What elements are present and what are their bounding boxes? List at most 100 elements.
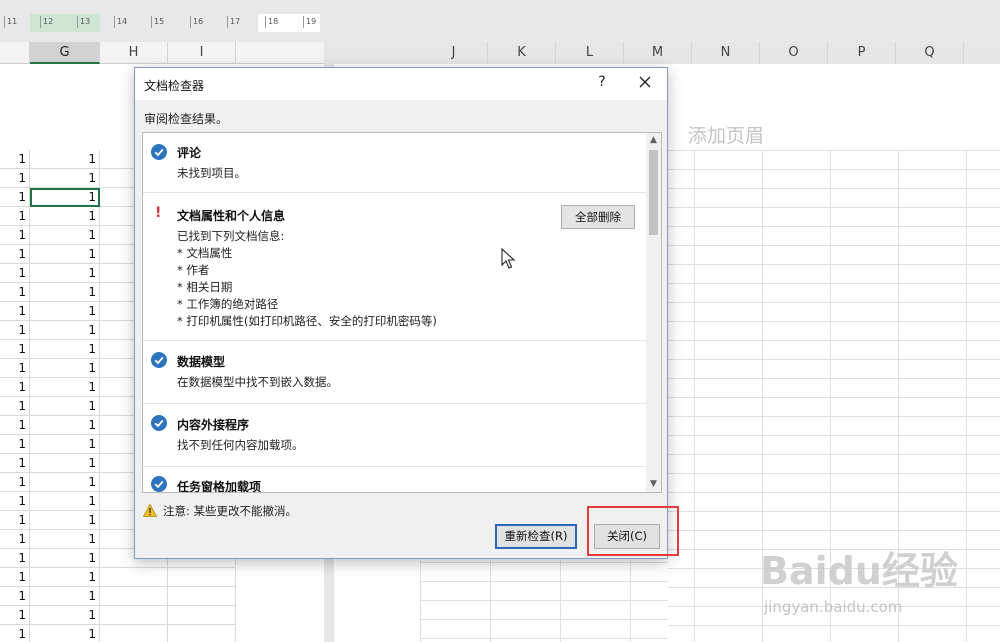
- table-cell[interactable]: 1: [0, 302, 30, 321]
- table-cell[interactable]: 1: [0, 530, 30, 549]
- table-cell[interactable]: 1: [30, 606, 100, 625]
- gridline: [560, 560, 561, 642]
- add-header-placeholder[interactable]: 添加页眉: [688, 121, 764, 148]
- table-cell[interactable]: 1: [0, 359, 30, 378]
- table-cell[interactable]: 1: [0, 511, 30, 530]
- table-cell[interactable]: 1: [30, 549, 100, 568]
- table-cell[interactable]: 1: [0, 264, 30, 283]
- table-cell[interactable]: 1: [0, 625, 30, 642]
- table-cell[interactable]: [100, 606, 168, 625]
- column-header-m[interactable]: M: [624, 42, 692, 64]
- scroll-down-icon[interactable]: ▼: [646, 477, 661, 492]
- table-cell[interactable]: 1: [30, 435, 100, 454]
- section-description: 在数据模型中找不到嵌入数据。: [177, 375, 338, 389]
- table-cell[interactable]: 1: [30, 207, 100, 226]
- column-header-j[interactable]: J: [420, 42, 488, 64]
- table-cell[interactable]: 1: [30, 397, 100, 416]
- found-item: * 工作簿的绝对路径: [177, 297, 279, 311]
- remove-all-button[interactable]: 全部删除: [561, 205, 635, 229]
- table-cell[interactable]: [168, 625, 236, 642]
- ruler: 11 12 13 14 15 16 17 18 19: [0, 0, 1000, 42]
- column-header-q[interactable]: Q: [896, 42, 964, 64]
- table-cell[interactable]: 1: [30, 587, 100, 606]
- column-header-h[interactable]: H: [100, 42, 168, 64]
- scroll-thumb[interactable]: [649, 150, 658, 235]
- column-header-g[interactable]: G: [30, 42, 100, 64]
- table-cell[interactable]: 1: [30, 150, 100, 169]
- gridline: [668, 625, 1000, 626]
- table-cell[interactable]: 1: [30, 473, 100, 492]
- table-cell[interactable]: 1: [0, 188, 30, 207]
- column-header-k[interactable]: K: [488, 42, 556, 64]
- table-cell[interactable]: 1: [30, 321, 100, 340]
- table-cell[interactable]: 1: [0, 150, 30, 169]
- table-cell[interactable]: 1: [0, 226, 30, 245]
- results-scrollbar[interactable]: ▲ ▼: [646, 133, 661, 492]
- table-cell[interactable]: 1: [0, 549, 30, 568]
- table-cell[interactable]: [100, 568, 168, 587]
- section-description: 未找到项目。: [177, 166, 246, 180]
- table-cell[interactable]: 1: [30, 492, 100, 511]
- column-header-p[interactable]: P: [828, 42, 896, 64]
- table-cell[interactable]: [100, 587, 168, 606]
- table-cell[interactable]: 1: [30, 283, 100, 302]
- help-button[interactable]: ?: [593, 74, 611, 90]
- scroll-up-icon[interactable]: ▲: [646, 133, 661, 148]
- table-cell[interactable]: 1: [30, 302, 100, 321]
- ruler-label: 17: [227, 16, 240, 28]
- table-cell[interactable]: 1: [30, 245, 100, 264]
- table-cell[interactable]: [168, 587, 236, 606]
- table-cell[interactable]: 1: [0, 283, 30, 302]
- table-cell[interactable]: 1: [0, 473, 30, 492]
- result-section-data-model: 数据模型 在数据模型中找不到嵌入数据。: [143, 341, 646, 404]
- table-cell[interactable]: 1: [0, 378, 30, 397]
- table-cell[interactable]: 1: [30, 169, 100, 188]
- dialog-titlebar[interactable]: 文档检查器 ?: [135, 68, 667, 100]
- table-cell[interactable]: 1: [0, 245, 30, 264]
- table-cell[interactable]: 1: [0, 568, 30, 587]
- section-title: 内容外接程序: [177, 418, 250, 432]
- column-header-i[interactable]: I: [168, 42, 236, 64]
- found-item: * 文档属性: [177, 246, 233, 260]
- table-cell[interactable]: [168, 606, 236, 625]
- table-cell[interactable]: 1: [30, 416, 100, 435]
- column-header-o[interactable]: O: [760, 42, 828, 64]
- table-cell[interactable]: [168, 568, 236, 587]
- gridline: [668, 150, 1000, 151]
- column-header-l[interactable]: L: [556, 42, 624, 64]
- table-cell[interactable]: 1: [0, 435, 30, 454]
- table-cell[interactable]: 1: [0, 492, 30, 511]
- reinspect-button[interactable]: 重新检查(R): [495, 524, 577, 549]
- inspection-results-list[interactable]: 评论 未找到项目。 ! 文档属性和个人信息 已找到下列文档信息: * 文档属性 …: [142, 132, 662, 493]
- table-cell[interactable]: 1: [0, 454, 30, 473]
- table-cell[interactable]: 1: [30, 340, 100, 359]
- table-cell[interactable]: 1: [0, 416, 30, 435]
- table-cell[interactable]: 1: [30, 454, 100, 473]
- table-cell[interactable]: 1: [30, 511, 100, 530]
- close-icon[interactable]: [635, 71, 655, 93]
- table-cell[interactable]: 1: [30, 530, 100, 549]
- result-section-document-properties: ! 文档属性和个人信息 已找到下列文档信息: * 文档属性 * 作者 * 相关日…: [143, 193, 646, 341]
- table-cell[interactable]: 1: [0, 207, 30, 226]
- gridline: [668, 264, 1000, 265]
- ruler-label: 13: [77, 16, 90, 28]
- column-header-partial[interactable]: [0, 42, 30, 64]
- table-cell[interactable]: 1: [30, 359, 100, 378]
- table-cell[interactable]: 1: [0, 587, 30, 606]
- table-cell[interactable]: 1: [0, 169, 30, 188]
- table-cell[interactable]: 1: [30, 378, 100, 397]
- table-cell[interactable]: 1: [30, 188, 100, 207]
- warning-triangle-icon: [142, 503, 158, 517]
- table-cell[interactable]: 1: [0, 606, 30, 625]
- table-cell[interactable]: 1: [0, 397, 30, 416]
- table-cell[interactable]: 1: [0, 321, 30, 340]
- section-title: 任务窗格加载项: [177, 480, 262, 493]
- table-cell[interactable]: 1: [0, 340, 30, 359]
- column-header-n[interactable]: N: [692, 42, 760, 64]
- table-cell[interactable]: [100, 625, 168, 642]
- table-cell[interactable]: 1: [30, 264, 100, 283]
- gridline: [668, 207, 1000, 208]
- table-cell[interactable]: 1: [30, 625, 100, 642]
- table-cell[interactable]: 1: [30, 226, 100, 245]
- table-cell[interactable]: 1: [30, 568, 100, 587]
